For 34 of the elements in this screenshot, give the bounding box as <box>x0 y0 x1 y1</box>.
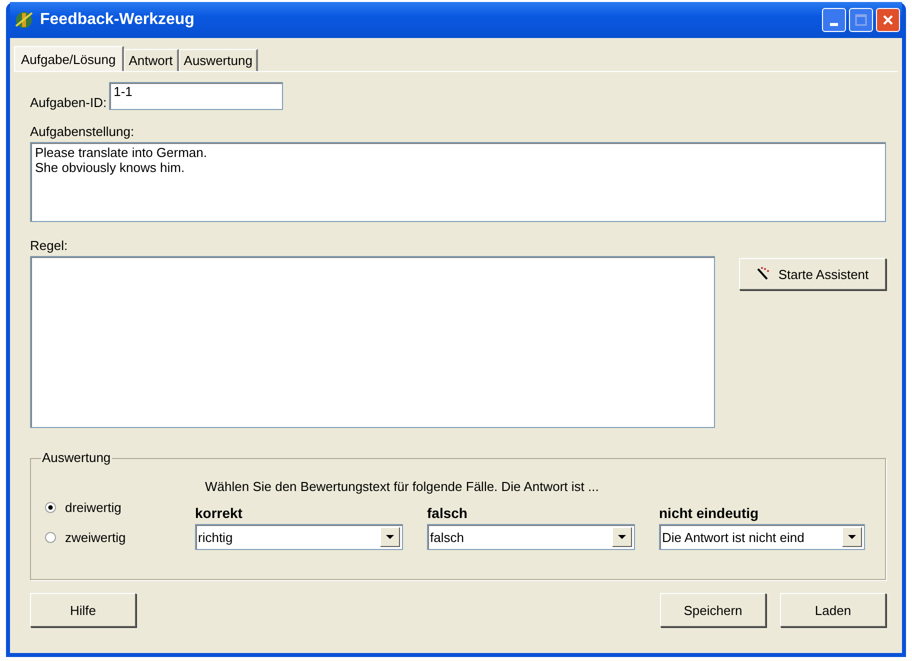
window-title: Feedback-Werkzeug <box>40 11 196 29</box>
task-id-label: Aufgaben-ID: <box>30 95 107 110</box>
close-button[interactable] <box>876 8 900 32</box>
minimize-button[interactable] <box>822 8 846 32</box>
minimize-icon <box>830 22 838 26</box>
radio-option[interactable]: zweiwertig <box>45 530 195 545</box>
dropdown[interactable]: falsch <box>427 524 635 550</box>
app-icon <box>14 10 34 30</box>
task-text-area[interactable]: Please translate into German. She obviously knows him. <box>30 142 886 222</box>
tab[interactable]: Auswertung <box>178 49 258 71</box>
dropdown-arrow-icon <box>848 534 856 540</box>
rule-label: Regel: <box>30 238 69 253</box>
maximize-icon <box>855 14 867 26</box>
dropdown[interactable]: Die Antwort ist nicht eind <box>659 524 865 550</box>
dropdown-arrow-icon <box>618 534 626 540</box>
dropdown-arrow-icon <box>386 534 394 540</box>
tab[interactable]: Antwort <box>124 49 179 71</box>
load-button[interactable]: Laden <box>780 593 886 627</box>
task-label: Aufgabenstellung: <box>30 124 136 139</box>
case-label: nicht eindeutig <box>659 505 760 521</box>
close-icon <box>882 14 894 26</box>
rule-text-area[interactable] <box>30 256 715 428</box>
instruction-text: Wählen Sie den Bewertungstext für folgende Fälle. Die Antwort ist ... <box>205 479 600 494</box>
case-label: korrekt <box>195 505 244 521</box>
tab[interactable]: Aufgabe/Lösung <box>14 46 124 71</box>
maximize-button[interactable] <box>849 8 873 32</box>
case-label: falsch <box>427 505 468 521</box>
help-button[interactable]: Hilfe <box>30 593 136 627</box>
group-title: Auswertung <box>41 450 112 465</box>
dropdown[interactable]: richtig <box>195 524 403 550</box>
task-id-field[interactable]: 1-1 <box>108 82 283 110</box>
radio-option[interactable]: dreiwertig <box>45 500 195 515</box>
save-button[interactable]: Speichern <box>660 593 766 627</box>
assistant-button[interactable]: Starte Assistent <box>738 258 886 290</box>
